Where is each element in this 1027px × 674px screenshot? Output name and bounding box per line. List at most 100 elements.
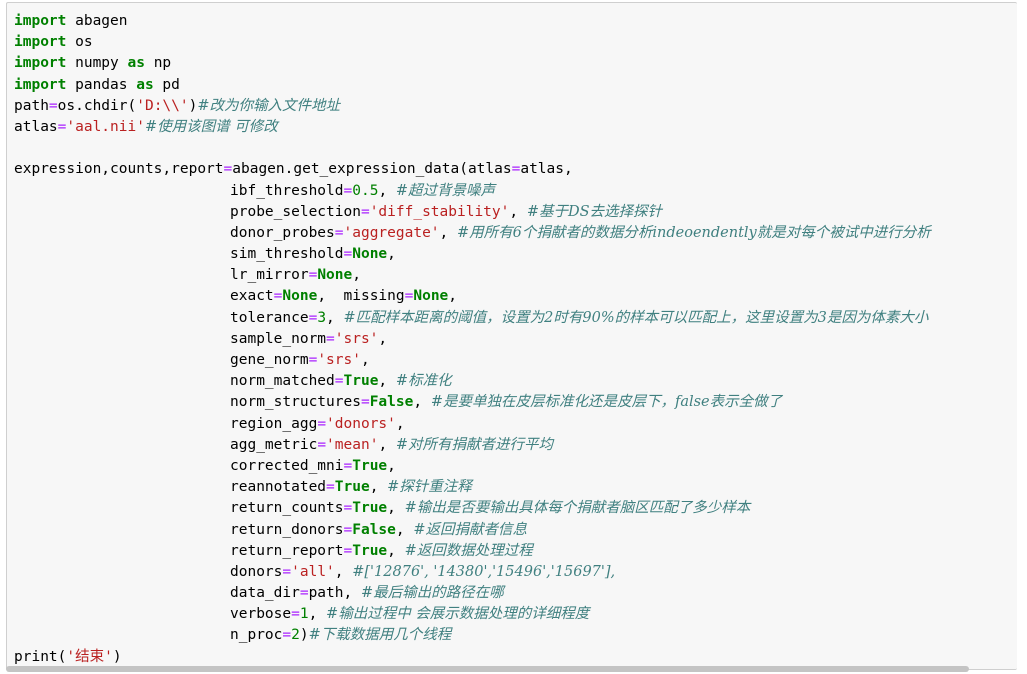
code-token: pd <box>153 76 180 93</box>
string-token: 'aal.nii' <box>66 118 145 135</box>
code-token: , <box>326 309 344 326</box>
code-token: return_counts <box>230 500 344 517</box>
code-token: , <box>378 182 396 199</box>
code-token: n_proc <box>230 627 283 644</box>
code-token: numpy <box>66 55 128 72</box>
keyword-token: None <box>352 246 388 263</box>
operator-token: = <box>308 267 318 284</box>
operator-token: = <box>343 500 353 517</box>
code-token: corrected_mni <box>230 457 344 474</box>
code-token: , <box>387 457 396 474</box>
code-token: verbose <box>230 606 292 623</box>
code-token: agg_metric <box>230 436 318 453</box>
code-editor[interactable]: import abagen import os import numpy as np… <box>14 11 1017 669</box>
code-token: , missing <box>317 288 405 305</box>
operator-token: = <box>317 415 327 432</box>
code-token: , <box>395 521 414 538</box>
number-token: 3 <box>317 309 327 326</box>
operator-token: = <box>360 394 370 411</box>
code-token: expression,counts,report <box>14 161 224 178</box>
code-token: lr_mirror <box>230 267 309 284</box>
operator-token: = <box>360 203 370 220</box>
comment-token: #匹配样本距离的阈值，设置为2时有90%的样本可以匹配上，这里设置为3是因为体素… <box>343 309 929 326</box>
code-line: norm_matched=True, #标准化 <box>14 371 1017 392</box>
code-token: , <box>308 606 327 623</box>
keyword-token: True <box>352 457 388 474</box>
operator-token: = <box>282 627 292 644</box>
code-token: tolerance <box>230 309 309 326</box>
code-token: abagen <box>66 13 128 29</box>
string-token: '结束' <box>66 648 113 665</box>
code-token: , <box>387 542 405 559</box>
code-token: return_donors <box>230 521 344 538</box>
code-line: import pandas as pd <box>14 75 1017 96</box>
code-token: donors <box>230 563 283 580</box>
operator-token: = <box>291 606 300 623</box>
code-token: gene_norm <box>230 352 309 368</box>
string-token: 'srs' <box>334 330 379 347</box>
code-token: ibf_threshold <box>230 182 344 199</box>
comment-token: #下载数据用几个线程 <box>308 627 452 644</box>
code-line: norm_structures=False, #是要单独在皮层标准化还是皮层下，… <box>14 392 1017 413</box>
comment-token: #探针重注释 <box>387 479 472 496</box>
code-token: donor_probes <box>230 224 335 241</box>
code-token: , <box>352 267 361 284</box>
string-token: 'D:\\' <box>136 97 189 114</box>
code-line: verbose=1, #输出过程中 会展示数据处理的详细程度 <box>14 604 1017 625</box>
keyword-token: import <box>14 34 67 51</box>
code-token: reannotated <box>230 479 327 496</box>
comment-token: #改为你输入文件地址 <box>197 97 341 114</box>
keyword-token: as <box>127 55 145 72</box>
code-token: return_report <box>230 542 344 559</box>
comment-token: #返回数据处理过程 <box>404 542 533 559</box>
string-token: 'srs' <box>317 352 361 368</box>
code-token: data_dir <box>230 585 300 602</box>
code-line: return_counts=True, #输出是否要输出具体每个捐献者脑区匹配了… <box>14 498 1017 519</box>
code-line: tolerance=3, #匹配样本距离的阈值，设置为2时有90%的样本可以匹配… <box>14 308 1017 329</box>
code-token: print( <box>14 648 67 665</box>
code-line: n_proc=2)#下载数据用几个线程 <box>14 625 1017 646</box>
string-token: 'donors' <box>326 415 396 432</box>
code-line: print('结束') <box>14 647 1017 668</box>
comment-token: #标准化 <box>395 373 452 390</box>
string-token: 'all' <box>291 563 335 580</box>
code-cell[interactable]: import abagen import os import numpy as np… <box>6 2 1017 670</box>
keyword-token: None <box>317 267 353 284</box>
comment-token: #输出过程中 会展示数据处理的详细程度 <box>326 606 590 623</box>
operator-token: = <box>317 436 327 453</box>
code-token: norm_matched <box>230 373 335 390</box>
number-token: 2 <box>291 627 300 644</box>
code-line: donors='all', #['12876', '14380','15496'… <box>14 562 1017 583</box>
keyword-token: as <box>136 76 154 93</box>
code-line: path=os.chdir('D:\\')#改为你输入文件地址 <box>14 96 1017 117</box>
keyword-token: True <box>352 542 388 559</box>
horizontal-scrollbar[interactable] <box>6 666 969 672</box>
comment-token: #输出是否要输出具体每个捐献者脑区匹配了多少样本 <box>404 500 751 517</box>
code-token: , <box>334 563 353 580</box>
code-token: abagen.get_expression_data(atlas <box>232 161 512 178</box>
string-token: 'mean' <box>326 436 379 453</box>
code-token: np <box>144 55 172 72</box>
code-token: atlas <box>14 118 58 135</box>
code-token: , <box>369 479 388 496</box>
string-token: 'aggregate' <box>343 224 440 241</box>
code-token: probe_selection <box>230 203 361 220</box>
code-token: , <box>439 224 457 241</box>
code-token: , <box>378 330 388 347</box>
code-token: region_agg <box>230 415 318 432</box>
operator-token: = <box>343 521 353 538</box>
code-line: sample_norm='srs', <box>14 329 1017 350</box>
keyword-token: import <box>14 55 67 72</box>
code-line: return_donors=False, #返回捐献者信息 <box>14 520 1017 541</box>
comment-token: #对所有捐献者进行平均 <box>395 436 554 453</box>
operator-token: = <box>48 97 58 114</box>
code-line: reannotated=True, #探针重注释 <box>14 477 1017 498</box>
code-token: norm_structures <box>230 394 361 411</box>
code-line: agg_metric='mean', #对所有捐献者进行平均 <box>14 435 1017 456</box>
code-token: , <box>387 500 405 517</box>
keyword-token: None <box>413 288 449 305</box>
keyword-token: False <box>369 394 414 411</box>
keyword-token: import <box>14 13 67 29</box>
operator-token: = <box>343 542 353 559</box>
comment-token: #最后输出的路径在哪 <box>360 585 504 602</box>
